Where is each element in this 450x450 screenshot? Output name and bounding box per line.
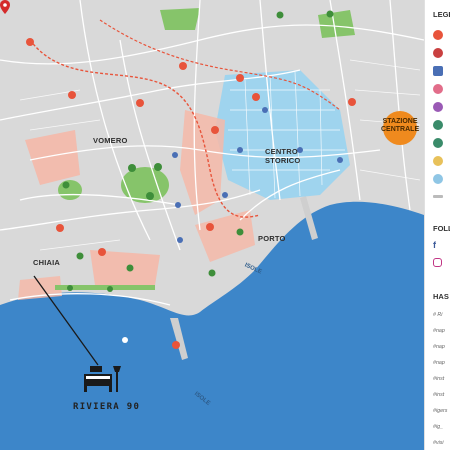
hashtag[interactable]: # Ri: [433, 312, 442, 318]
hashtags-heading: HAS: [433, 292, 449, 301]
hashtag[interactable]: #nap: [433, 328, 445, 334]
legend-item-icon[interactable]: [433, 120, 443, 130]
map-page: VOMERO CENTRO STORICO CHIAIA PORTO STAZI…: [0, 0, 450, 450]
legend-item-icon[interactable]: [433, 30, 443, 40]
follow-heading: FOLL: [433, 224, 450, 233]
district-label-centro-storico: CENTRO STORICO: [265, 147, 301, 165]
facebook-icon[interactable]: f: [433, 240, 443, 250]
hashtag[interactable]: #nap: [433, 344, 445, 350]
legend-heading: LEGE: [433, 10, 450, 19]
park-area: [58, 180, 82, 200]
hashtag[interactable]: #ig_: [433, 424, 443, 430]
district-label-chiaia: CHIAIA: [33, 258, 61, 267]
legend-item-icon[interactable]: [433, 84, 443, 94]
hotel-name-label: RIVIERA 90: [73, 402, 141, 412]
hashtag[interactable]: #inst: [433, 392, 444, 398]
legend-item-icon[interactable]: [433, 174, 443, 184]
district-label-vomero: VOMERO: [93, 136, 128, 145]
legend-item-icon[interactable]: [433, 66, 443, 76]
instagram-icon[interactable]: [433, 258, 442, 267]
map-canvas: [0, 0, 424, 450]
district-label-stazione-centrale: STAZIONE CENTRALE: [381, 118, 420, 133]
district-label-porto: PORTO: [258, 234, 286, 243]
hotel-pin-icon[interactable]: [0, 0, 10, 14]
hashtag[interactable]: #inst: [433, 376, 444, 382]
hashtag[interactable]: #nap: [433, 360, 445, 366]
legend-item-icon[interactable]: [433, 138, 443, 148]
legend-item-icon[interactable]: [433, 102, 443, 112]
hashtag[interactable]: #igers: [433, 408, 447, 414]
park-area: [160, 8, 200, 30]
park-area: [318, 10, 355, 38]
city-map[interactable]: VOMERO CENTRO STORICO CHIAIA PORTO STAZI…: [0, 0, 424, 450]
legend-item-icon[interactable]: [433, 48, 443, 58]
legend-sidebar: LEGE FOLL f HAS # Ri #nap #nap #nap #ins…: [424, 0, 450, 450]
legend-item-icon[interactable]: [433, 195, 443, 198]
legend-item-icon[interactable]: [433, 156, 443, 166]
hashtag[interactable]: #visi: [433, 440, 444, 446]
